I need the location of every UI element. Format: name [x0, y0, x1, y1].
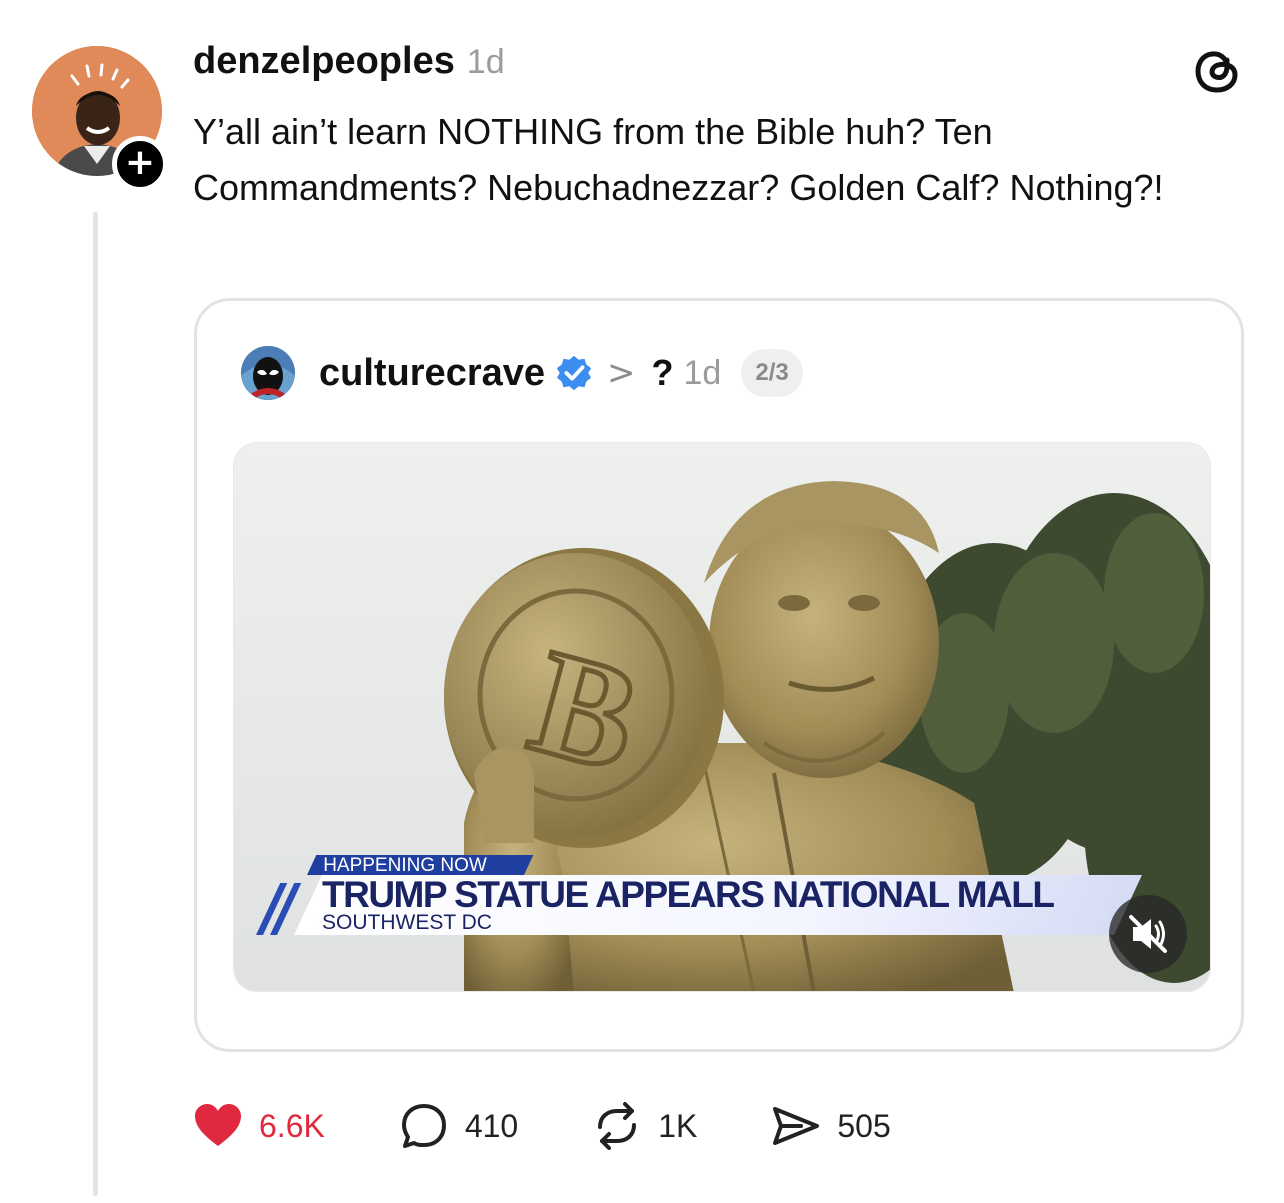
paper-plane-icon [773, 1107, 820, 1145]
quoted-avatar[interactable] [241, 346, 295, 400]
heart-filled-icon [195, 1104, 241, 1146]
video-player[interactable]: B HAPPENING NOW TRUMP STATUE APPEARS NAT… [233, 442, 1211, 992]
share-count: 505 [837, 1107, 891, 1144]
repost-count: 1K [658, 1107, 698, 1144]
reply-count: 410 [464, 1107, 519, 1144]
quoted-post-header: culturecrave > ? 1d 2/3 [241, 345, 803, 401]
reply-target[interactable]: ? [652, 352, 674, 394]
reply-button[interactable]: 410 [399, 1101, 518, 1151]
repost-arrows-icon [598, 1102, 637, 1150]
post-text: Y’all ain’t learn NOTHING from the Bible… [193, 111, 1164, 208]
like-count: 6.6K [259, 1107, 325, 1144]
post-time: 1d [466, 43, 505, 81]
quoted-post-card[interactable]: culturecrave > ? 1d 2/3 B HAPPENING NOW … [194, 298, 1244, 1052]
speech-bubble-icon [401, 1104, 446, 1148]
repost-button[interactable]: 1K [592, 1101, 697, 1151]
speaker-muted-icon [1129, 915, 1167, 953]
verified-badge-icon [556, 355, 592, 391]
thread-post: + denzelpeoples 1d Y’all ain’t learn NOT… [0, 0, 1284, 1203]
mute-toggle-button[interactable] [1109, 895, 1187, 973]
action-bar: 6.6K 410 1K 505 [193, 1098, 965, 1154]
post-header: denzelpeoples 1d [193, 40, 505, 90]
quoted-post-time: 1d [683, 353, 722, 392]
username[interactable]: denzelpeoples [193, 40, 455, 83]
thread-line [93, 212, 98, 1196]
chevron-right-icon: > [607, 353, 636, 393]
video-frame: B [234, 443, 1210, 991]
quoted-username[interactable]: culturecrave [319, 352, 545, 395]
quoted-avatar-image [241, 346, 295, 400]
like-button[interactable]: 6.6K [193, 1101, 325, 1151]
share-button[interactable]: 505 [771, 1101, 891, 1151]
threads-logo-icon[interactable] [1190, 42, 1246, 98]
media-counter-badge: 2/3 [741, 349, 803, 397]
follow-button[interactable]: + [112, 136, 168, 192]
